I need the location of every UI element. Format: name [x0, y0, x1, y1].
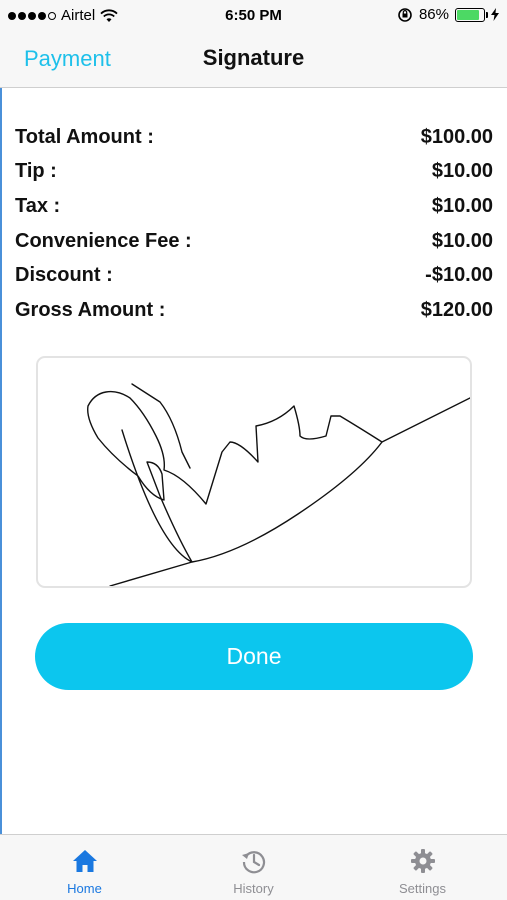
amount-label: Discount :	[15, 264, 113, 287]
battery-area: 86%	[397, 6, 499, 23]
signature-stroke	[87, 383, 470, 586]
battery-icon	[455, 7, 488, 22]
amount-value: -$10.00	[425, 264, 493, 287]
navigation-bar: Payment Signature	[0, 32, 507, 88]
left-edge	[0, 0, 2, 900]
tab-settings[interactable]: Settings	[338, 835, 507, 900]
history-icon	[241, 851, 265, 874]
status-bar: Airtel 6:50 PM 86%	[0, 0, 507, 32]
charging-bolt-icon	[491, 8, 499, 21]
amount-row-tax: Tax : $10.00	[15, 189, 493, 224]
amount-value: $100.00	[420, 125, 493, 148]
tab-home[interactable]: Home	[0, 835, 169, 900]
done-button[interactable]: Done	[35, 623, 473, 690]
amount-summary: Total Amount : $100.00 Tip : $10.00 Tax …	[15, 120, 493, 328]
home-icon	[72, 850, 97, 872]
amount-value: $10.00	[431, 160, 493, 183]
tab-label-home: Home	[67, 881, 102, 896]
tab-history[interactable]: History	[169, 835, 338, 900]
amount-label: Gross Amount :	[15, 298, 166, 321]
battery-percent: 86%	[418, 6, 449, 23]
amount-label: Total Amount :	[15, 125, 154, 148]
amount-value: $10.00	[431, 229, 493, 252]
amount-label: Tip :	[15, 160, 57, 183]
tab-bar: Home History Settings	[0, 834, 507, 900]
amount-row-tip: Tip : $10.00	[15, 155, 493, 190]
amount-row-total: Total Amount : $100.00	[15, 120, 493, 155]
amount-value: $10.00	[431, 194, 493, 217]
amount-row-discount: Discount : -$10.00	[15, 258, 493, 293]
amount-value: $120.00	[420, 298, 493, 321]
amount-label: Tax :	[15, 194, 61, 217]
amount-row-gross: Gross Amount : $120.00	[15, 293, 493, 328]
tab-label-history: History	[233, 881, 274, 896]
amount-row-convenience-fee: Convenience Fee : $10.00	[15, 224, 493, 259]
amount-label: Convenience Fee :	[15, 229, 192, 252]
gear-icon	[410, 849, 435, 873]
page-title: Signature	[202, 45, 305, 70]
tab-label-settings: Settings	[399, 881, 446, 896]
signature-pad[interactable]	[36, 356, 472, 588]
orientation-lock-icon	[398, 7, 412, 22]
